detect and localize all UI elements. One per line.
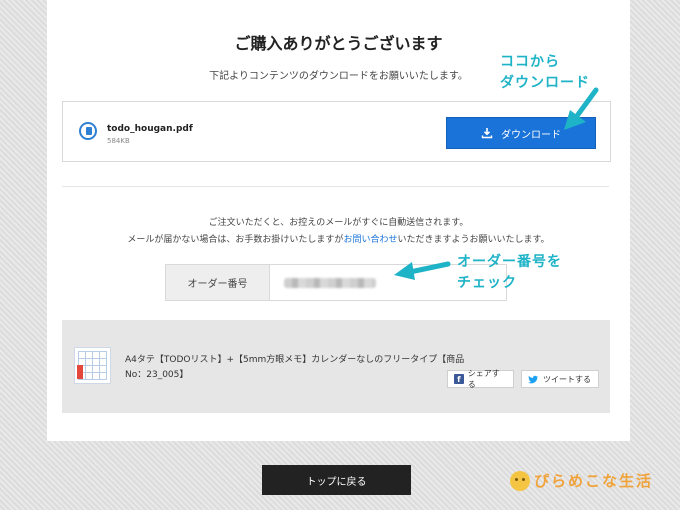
facebook-share-button[interactable]: f シェアする (447, 369, 514, 389)
product-title: A4タテ【TODOリスト】+【5mm方眼メモ】カレンダーなしのフリータイプ【商品… (125, 355, 465, 380)
file-name: todo_hougan.pdf (107, 124, 193, 134)
blurred-order-number (284, 277, 376, 288)
download-arrow-icon (564, 87, 599, 130)
page-title: ご購入ありがとうございます (234, 34, 443, 53)
order-number-label: オーダー番号 (166, 265, 270, 300)
contact-notice: メールが届かない場合は、お手数お掛けいたしますがお問い合わせいただきますようお願… (47, 232, 630, 245)
back-to-top-button[interactable]: トップに戻る (262, 465, 411, 495)
order-arrow-icon (394, 261, 451, 280)
twitter-share-label: ツイートする (543, 374, 591, 384)
order-hint-line2: チェック (457, 275, 517, 291)
divider (62, 186, 609, 187)
email-notice: ご注文いただくと、お控えのメールがすぐに自動送信されます。 (208, 218, 469, 228)
download-icon (481, 128, 493, 139)
product-thumbnail (74, 347, 111, 384)
facebook-share-label: シェアする (467, 369, 500, 389)
contact-notice-after: いただきますようお願いいたします。 (397, 235, 550, 245)
order-number-row: オーダー番号 (165, 264, 507, 301)
order-hint: オーダー番号を チェック (457, 252, 562, 294)
download-button-label: ダウンロード (501, 129, 561, 141)
site-logo: ぴらめこな生活 (510, 470, 653, 491)
twitter-icon (528, 375, 539, 383)
facebook-icon: f (454, 374, 464, 384)
logo-text: ぴらめこな生活 (534, 472, 654, 490)
file-size: 584KB (107, 137, 130, 145)
contact-notice-before: メールが届かない場合は、お手数お掛けいたしますが (127, 235, 344, 245)
document-icon (79, 122, 97, 140)
download-hint-line1: ココから (500, 54, 560, 70)
twitter-share-button[interactable]: ツイートする (521, 370, 599, 388)
order-hint-line1: オーダー番号を (457, 254, 562, 270)
logo-face-icon (510, 470, 530, 491)
download-file-box: todo_hougan.pdf 584KB ダウンロード (62, 101, 611, 162)
thumbnail-accent (77, 365, 83, 379)
contact-link[interactable]: お問い合わせ (343, 235, 397, 245)
product-box: A4タテ【TODOリスト】+【5mm方眼メモ】カレンダーなしのフリータイプ【商品… (62, 320, 610, 413)
